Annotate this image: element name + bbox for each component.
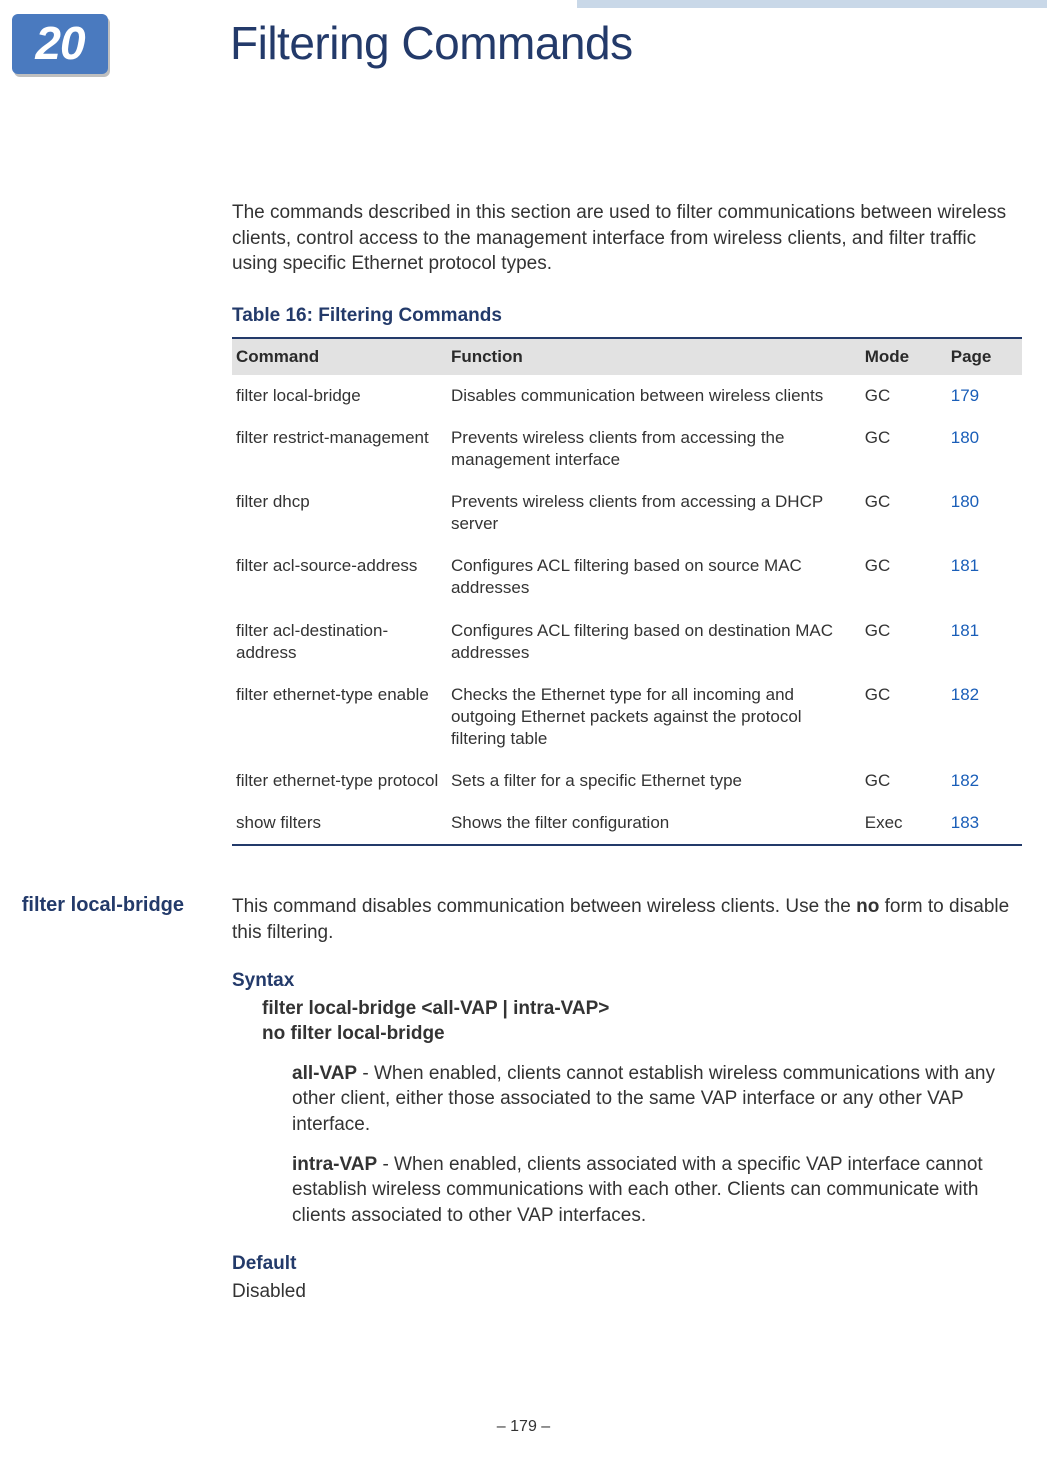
- cell-function: Sets a filter for a specific Ethernet ty…: [447, 760, 861, 802]
- cell-page-link[interactable]: 179: [947, 375, 1022, 417]
- table-row: filter dhcp Prevents wireless clients fr…: [232, 481, 1022, 545]
- syntax-heading: Syntax: [232, 970, 1022, 992]
- table-row: filter restrict-management Prevents wire…: [232, 417, 1022, 481]
- cell-command: filter acl-source-address: [232, 545, 447, 609]
- table-row: filter local-bridge Disables communicati…: [232, 375, 1022, 417]
- default-heading: Default: [232, 1253, 1022, 1275]
- page-footer: – 179 –: [0, 1418, 1047, 1436]
- default-value: Disabled: [232, 1279, 1022, 1305]
- table-row: filter ethernet-type enable Checks the E…: [232, 674, 1022, 760]
- th-command: Command: [232, 338, 447, 375]
- command-name-label: filter local-bridge: [0, 894, 184, 917]
- table-row: filter ethernet-type protocol Sets a fil…: [232, 760, 1022, 802]
- cell-page-link[interactable]: 181: [947, 610, 1022, 674]
- cell-command: show filters: [232, 802, 447, 845]
- cell-page-link[interactable]: 183: [947, 802, 1022, 845]
- table-title: Table 16: Filtering Commands: [232, 305, 1022, 327]
- cell-command: filter dhcp: [232, 481, 447, 545]
- cell-mode: GC: [861, 760, 947, 802]
- cell-function: Checks the Ethernet type for all incomin…: [447, 674, 861, 760]
- chapter-number-badge: 20: [12, 14, 108, 74]
- cell-mode: GC: [861, 375, 947, 417]
- th-function: Function: [447, 338, 861, 375]
- cell-command: filter restrict-management: [232, 417, 447, 481]
- table-row: filter acl-source-address Configures ACL…: [232, 545, 1022, 609]
- cell-function: Shows the filter configuration: [447, 802, 861, 845]
- table-row: filter acl-destination-address Configure…: [232, 610, 1022, 674]
- cell-page-link[interactable]: 181: [947, 545, 1022, 609]
- cell-page-link[interactable]: 180: [947, 417, 1022, 481]
- cell-command: filter local-bridge: [232, 375, 447, 417]
- cell-function: Configures ACL filtering based on source…: [447, 545, 861, 609]
- th-page: Page: [947, 338, 1022, 375]
- cell-function: Configures ACL filtering based on destin…: [447, 610, 861, 674]
- cell-mode: GC: [861, 674, 947, 760]
- param-intra-vap: intra-VAP - When enabled, clients associ…: [292, 1152, 1022, 1229]
- param2-desc: - When enabled, clients associated with …: [292, 1154, 983, 1226]
- cell-mode: GC: [861, 481, 947, 545]
- command-description: This command disables communication betw…: [232, 894, 1022, 945]
- cell-function: Disables communication between wireless …: [447, 375, 861, 417]
- cell-function: Prevents wireless clients from accessing…: [447, 417, 861, 481]
- cell-mode: GC: [861, 545, 947, 609]
- desc-bold: no: [856, 896, 879, 917]
- syntax-line-2: no filter local-bridge: [262, 1021, 1022, 1047]
- cell-mode: GC: [861, 417, 947, 481]
- cell-mode: GC: [861, 610, 947, 674]
- table-header-row: Command Function Mode Page: [232, 338, 1022, 375]
- param1-name: all-VAP: [292, 1063, 357, 1084]
- cell-page-link[interactable]: 182: [947, 760, 1022, 802]
- syntax-line-1: filter local-bridge <all-VAP | intra-VAP…: [262, 996, 1022, 1022]
- param-all-vap: all-VAP - When enabled, clients cannot e…: [292, 1061, 1022, 1138]
- filtering-commands-table: Command Function Mode Page filter local-…: [232, 337, 1022, 846]
- command-filter-local-bridge-section: filter local-bridge This command disable…: [232, 894, 1022, 1304]
- th-mode: Mode: [861, 338, 947, 375]
- cell-command: filter ethernet-type enable: [232, 674, 447, 760]
- intro-paragraph: The commands described in this section a…: [232, 200, 1022, 277]
- syntax-block: filter local-bridge <all-VAP | intra-VAP…: [262, 996, 1022, 1229]
- table-row: show filters Shows the filter configurat…: [232, 802, 1022, 845]
- param2-name: intra-VAP: [292, 1154, 377, 1175]
- cell-function: Prevents wireless clients from accessing…: [447, 481, 861, 545]
- content-area: The commands described in this section a…: [232, 200, 1022, 1304]
- cell-page-link[interactable]: 180: [947, 481, 1022, 545]
- cell-command: filter acl-destination-address: [232, 610, 447, 674]
- desc-pre: This command disables communication betw…: [232, 896, 856, 917]
- top-decorative-band: [577, 0, 1047, 8]
- param1-desc: - When enabled, clients cannot establish…: [292, 1063, 995, 1135]
- cell-command: filter ethernet-type protocol: [232, 760, 447, 802]
- cell-mode: Exec: [861, 802, 947, 845]
- cell-page-link[interactable]: 182: [947, 674, 1022, 760]
- chapter-title: Filtering Commands: [230, 16, 633, 70]
